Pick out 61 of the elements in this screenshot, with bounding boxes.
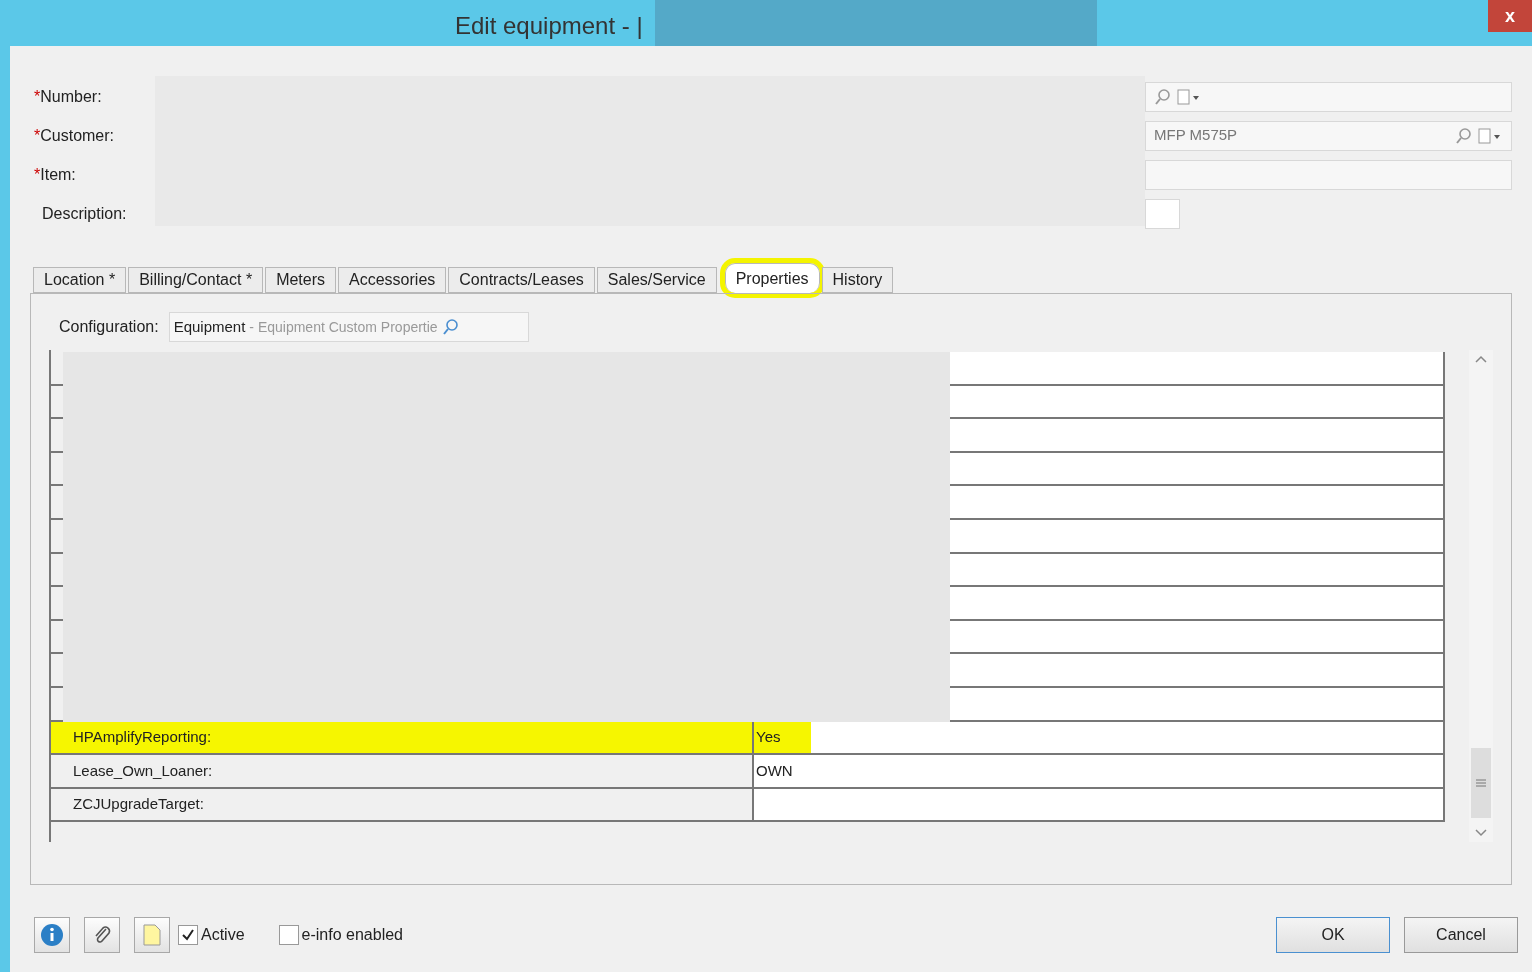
window-title: Edit equipment - | — [455, 11, 643, 41]
value-cell[interactable] — [950, 654, 1446, 688]
checkbox[interactable] — [178, 925, 198, 945]
document-dropdown-icon[interactable] — [1477, 126, 1503, 145]
dialog-button[interactable]: OK — [1276, 917, 1390, 953]
value-cell[interactable] — [950, 620, 1446, 655]
property-name: HPAmplifyReporting: — [51, 721, 754, 754]
document-dropdown-icon[interactable] — [1176, 87, 1202, 106]
info-button[interactable] — [34, 917, 70, 953]
field-value: MFP M575P — [1154, 125, 1238, 146]
field-label: *Item: — [33, 164, 76, 185]
tab[interactable]: History — [821, 267, 894, 293]
checkmark-icon — [181, 928, 195, 942]
field-label: *Number: — [33, 86, 102, 107]
value-cell[interactable] — [950, 452, 1446, 487]
value-cell[interactable]: Yes — [754, 721, 1446, 754]
scroll-up-icon[interactable] — [1474, 354, 1489, 364]
configuration-detail: - Equipment Custom Propertie — [249, 317, 438, 337]
close-button[interactable]: x — [1488, 0, 1532, 32]
dialog-button[interactable]: Cancel — [1404, 917, 1518, 953]
scrollbar[interactable] — [1469, 350, 1493, 842]
tab[interactable]: Billing/Contact * — [128, 267, 264, 293]
value-cell[interactable] — [950, 687, 1446, 722]
attach-button[interactable] — [84, 917, 120, 953]
search-icon[interactable] — [441, 318, 460, 336]
field-label: *Customer: — [33, 125, 115, 146]
scroll-thumb[interactable] — [1471, 748, 1492, 818]
tab[interactable]: Location * — [33, 267, 127, 293]
value-cell[interactable] — [950, 553, 1446, 588]
notes-button[interactable] — [134, 917, 170, 953]
scroll-down-icon[interactable] — [1474, 828, 1489, 838]
property-value: OWN — [755, 760, 793, 781]
value-cell[interactable] — [754, 788, 1446, 821]
value-cell[interactable] — [950, 519, 1446, 554]
value-cell[interactable] — [950, 419, 1446, 453]
checkbox-label: e-info enabled — [301, 925, 403, 945]
text-field[interactable] — [1145, 198, 1180, 229]
configuration-value: Equipment — [173, 316, 246, 337]
tab[interactable]: Contracts/Leases — [448, 267, 595, 293]
tab[interactable]: Accessories — [338, 267, 447, 293]
value-cell[interactable] — [950, 587, 1446, 621]
text-field[interactable] — [1145, 81, 1512, 112]
configuration-label: Configuration: — [59, 317, 159, 337]
checkbox-label: Active — [201, 925, 245, 945]
note-icon — [142, 923, 162, 947]
value-cell[interactable] — [950, 486, 1446, 520]
info-icon — [40, 923, 64, 947]
field-label: Description: — [41, 203, 127, 224]
property-value: Yes — [754, 721, 811, 754]
value-cell[interactable]: OWN — [754, 755, 1446, 787]
search-icon[interactable] — [1154, 87, 1172, 106]
configuration-field[interactable]: Equipment - Equipment Custom Propertie — [168, 312, 529, 342]
checkbox[interactable] — [278, 925, 299, 945]
tab[interactable]: Meters — [265, 267, 337, 293]
text-field[interactable] — [1145, 159, 1512, 190]
value-cell[interactable] — [950, 385, 1446, 420]
search-icon[interactable] — [1455, 126, 1473, 145]
grip-icon — [1476, 779, 1487, 787]
value-cell[interactable] — [950, 352, 1446, 386]
text-field[interactable]: MFP M575P — [1145, 120, 1512, 151]
tab[interactable]: Sales/Service — [596, 267, 717, 293]
